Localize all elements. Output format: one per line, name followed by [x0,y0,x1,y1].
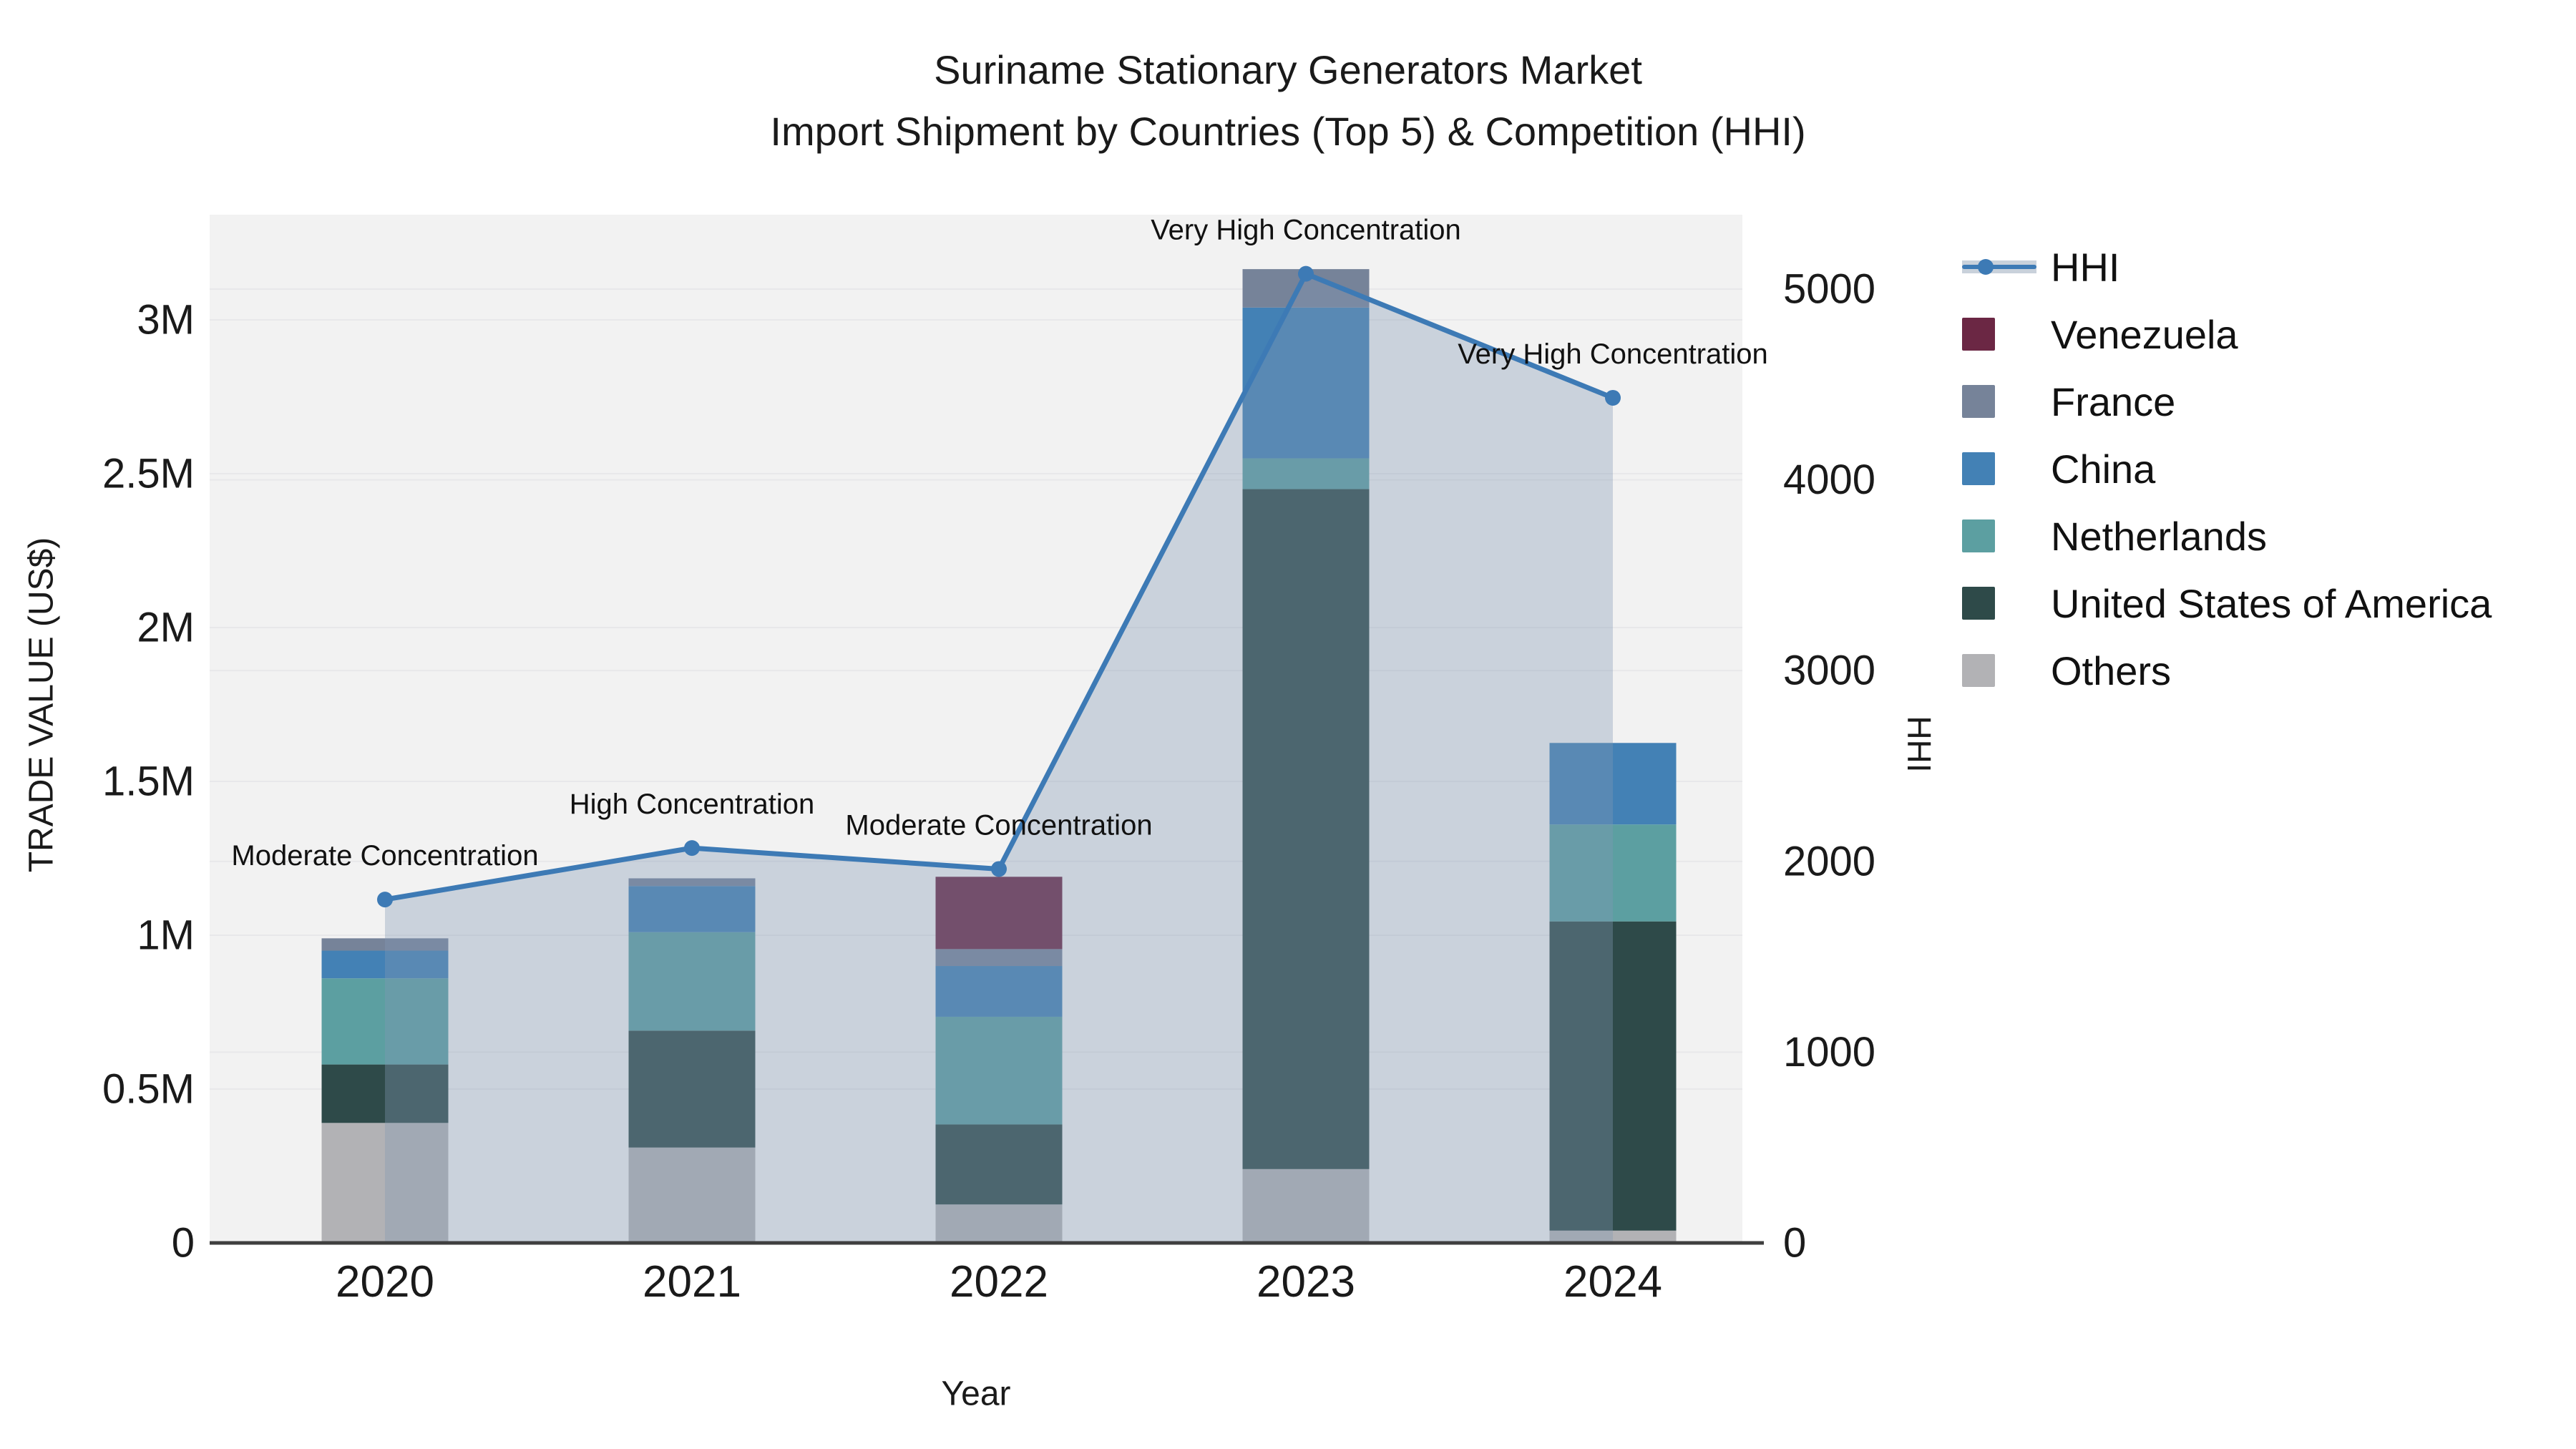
legend-item-france[interactable]: France [1962,368,2492,435]
chart-figure: 0 0.5M 1M 1.5M 2M 2.5M 3M 0 1000 2000 3000 4000 5000… [0,0,2576,1449]
y-tick-right-3000: 3000 [1783,648,1875,694]
hhi-marker-2024[interactable] [1605,389,1621,406]
chart-title: Suriname Stationary Generators Market Im… [0,39,2576,162]
annotation-2024: Very High Concentration [1458,338,1768,370]
legend-item-others[interactable]: Others [1962,637,2492,704]
annotation-2020: Moderate Concentration [231,840,538,872]
legend-item-united-states-of-america[interactable]: United States of America [1962,570,2492,637]
y-tick-right-1000: 1000 [1783,1029,1875,1075]
legend-label: Others [2051,648,2172,693]
legend-swatch [1962,452,1995,485]
y-tick-left-3M: 3M [137,297,195,343]
legend-label: China [2051,446,2156,492]
y-tick-right-5000: 5000 [1783,265,1875,312]
annotation-2022: Moderate Concentration [845,809,1152,841]
hhi-marker-2021[interactable] [684,840,700,857]
chart-title-line2: Import Shipment by Countries (Top 5) & C… [770,109,1806,154]
legend-label: France [2051,379,2176,424]
legend-item-netherlands[interactable]: Netherlands [1962,502,2492,570]
legend-label: Venezuela [2051,311,2238,357]
legend-swatch [1962,654,1995,687]
y-tick-right-4000: 4000 [1783,457,1875,503]
y-axis-title-left: TRADE VALUE (US$) [22,537,61,873]
legend-item-venezuela[interactable]: Venezuela [1962,301,2492,368]
x-tick-2022: 2022 [950,1257,1048,1307]
chart-canvas: 0 0.5M 1M 1.5M 2M 2.5M 3M 0 1000 2000 3000 4000 5000… [102,215,1875,1307]
y-tick-left-1M: 1M [137,912,195,959]
hhi-marker-2023[interactable] [1298,265,1314,282]
x-tick-2021: 2021 [643,1257,741,1307]
annotation-2021: High Concentration [570,789,814,820]
y-tick-left-0: 0 [172,1220,195,1267]
y-tick-right-0: 0 [1783,1220,1806,1267]
y-tick-left-2M: 2M [137,605,195,651]
legend-item-hhi[interactable]: HHI [1962,233,2492,301]
chart-title-line1: Suriname Stationary Generators Market [934,47,1642,92]
legend-label: HHI [2051,244,2120,290]
y-tick-right-2000: 2000 [1783,838,1875,884]
x-tick-2024: 2024 [1563,1257,1662,1307]
legend-swatch-hhi-line [1962,250,2036,283]
x-tick-2023: 2023 [1257,1257,1355,1307]
y-tick-left-1.5M: 1.5M [102,758,195,805]
hhi-marker-2022[interactable] [991,861,1007,877]
x-axis-title: Year [941,1375,1011,1413]
legend-swatch [1962,587,1995,620]
legend: HHI Venezuela France China Netherlands United… [1962,233,2492,704]
hhi-marker-2020[interactable] [377,892,393,908]
legend-swatch [1962,318,1995,351]
legend-swatch [1962,385,1995,418]
legend-label: Netherlands [2051,513,2267,559]
legend-label: United States of America [2051,580,2492,626]
y-tick-left-0.5M: 0.5M [102,1066,195,1113]
y-axis-title-right: HHI [1901,716,1938,773]
legend-item-china[interactable]: China [1962,435,2492,502]
annotation-2023: Very High Concentration [1151,215,1461,246]
x-tick-2020: 2020 [336,1257,434,1307]
legend-swatch [1962,519,1995,552]
y-tick-left-2.5M: 2.5M [102,451,195,497]
